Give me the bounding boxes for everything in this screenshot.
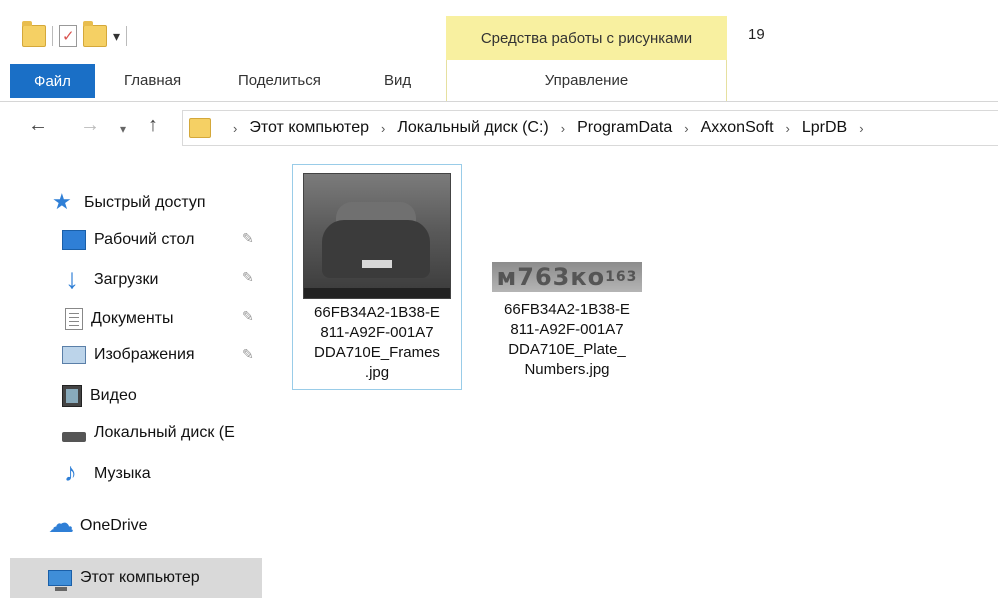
file-name-line: 811-A92F-001A7 <box>320 324 434 341</box>
sidebar-item-label: Видео <box>90 387 137 404</box>
computer-icon <box>48 570 72 591</box>
file-name: 66FB34A2-1B38-E 811-A92F-001A7 DDA710E_P… <box>482 292 652 386</box>
sidebar-item-documents[interactable]: Документы <box>62 308 173 330</box>
properties-icon[interactable] <box>59 25 77 47</box>
sidebar-item-video[interactable]: Видео <box>62 385 137 407</box>
file-name-line: 66FB34A2-1B38-E <box>314 304 440 321</box>
file-item[interactable]: 66FB34A2-1B38-E 811-A92F-001A7 DDA710E_F… <box>292 164 462 390</box>
sidebar-item-label: OneDrive <box>80 517 148 534</box>
ribbon-tabs: Файл Главная Поделиться Вид Управление <box>0 60 998 102</box>
up-arrow-icon[interactable]: ↑ <box>148 114 158 137</box>
breadcrumb-separator-icon[interactable]: › <box>381 121 385 136</box>
title-bar: ▾ Средства работы с рисунками 19 <box>0 0 998 60</box>
pictures-icon <box>62 346 86 364</box>
sidebar-item-label: Изображения <box>94 346 195 363</box>
tab-share[interactable]: Поделиться <box>238 60 321 101</box>
tab-home[interactable]: Главная <box>124 60 181 101</box>
file-item[interactable]: м763ко163 66FB34A2-1B38-E 811-A92F-001A7… <box>482 262 652 386</box>
sidebar-item-quick-access[interactable]: Быстрый доступ <box>52 189 206 215</box>
image-thumbnail <box>303 173 451 299</box>
sidebar-item-local-disk-e[interactable]: Локальный диск (E <box>62 424 235 442</box>
breadcrumb-separator-icon[interactable]: › <box>233 121 237 136</box>
sidebar-item-label: Документы <box>91 310 174 327</box>
sidebar-item-music[interactable]: Музыка <box>62 457 151 488</box>
pin-icon[interactable]: ✎ <box>242 269 254 286</box>
desktop-icon <box>62 230 86 250</box>
file-name: 66FB34A2-1B38-E 811-A92F-001A7 DDA710E_F… <box>293 299 461 389</box>
sidebar-item-downloads[interactable]: Загрузки <box>62 263 159 295</box>
file-name-line: Numbers.jpg <box>524 361 610 378</box>
back-arrow-icon[interactable]: ← <box>28 114 48 137</box>
separator <box>52 26 53 46</box>
plate-number-text: м763ко <box>496 263 606 291</box>
sidebar-item-label: Рабочий стол <box>94 231 195 248</box>
address-bar[interactable]: › Этот компьютер › Локальный диск (C:) ›… <box>182 110 998 146</box>
breadcrumb-axxonsoft[interactable]: AxxonSoft <box>701 119 774 137</box>
documents-icon <box>65 308 83 330</box>
tab-manage[interactable]: Управление <box>446 60 727 101</box>
video-icon <box>62 385 82 407</box>
disk-icon <box>62 432 86 442</box>
file-name-line: .jpg <box>364 364 390 381</box>
sidebar-item-label: Локальный диск (E <box>94 424 235 441</box>
sidebar-item-label: Музыка <box>94 465 151 482</box>
file-list: 66FB34A2-1B38-E 811-A92F-001A7 DDA710E_F… <box>270 152 998 603</box>
picture-tools-context-tab: Средства работы с рисунками <box>446 16 727 60</box>
downloads-icon <box>62 263 86 295</box>
quick-access-toolbar: ▾ <box>22 21 128 50</box>
customize-toolbar-dropdown-icon[interactable]: ▾ <box>113 28 120 45</box>
file-name-line: 66FB34A2-1B38-E <box>504 301 630 318</box>
forward-arrow-icon[interactable]: → <box>80 114 100 137</box>
file-name-line: DDA710E_Frames <box>314 344 440 361</box>
car-plate <box>362 260 392 268</box>
tab-view[interactable]: Вид <box>384 60 411 101</box>
sidebar-item-onedrive[interactable]: OneDrive <box>48 508 148 539</box>
sidebar-item-label: Этот компьютер <box>80 569 200 586</box>
breadcrumb-separator-icon[interactable]: › <box>859 121 863 136</box>
sidebar-item-this-pc[interactable]: Этот компьютер <box>10 558 262 598</box>
new-folder-icon[interactable] <box>83 21 107 47</box>
cloud-icon <box>48 508 74 539</box>
sidebar-item-pictures[interactable]: Изображения <box>62 346 195 364</box>
frame-strip <box>304 288 450 298</box>
music-icon <box>62 457 86 488</box>
separator <box>126 26 128 46</box>
breadcrumb-separator-icon[interactable]: › <box>786 121 790 136</box>
plate-region-text: 163 <box>605 269 638 285</box>
pin-icon[interactable]: ✎ <box>242 230 254 247</box>
breadcrumb-separator-icon[interactable]: › <box>684 121 688 136</box>
sidebar-item-desktop[interactable]: Рабочий стол <box>62 230 194 250</box>
folder-icon[interactable] <box>22 21 46 47</box>
breadcrumb-programdata[interactable]: ProgramData <box>577 119 672 137</box>
navigation-bar: ← → ▾ ↑ › Этот компьютер › Локальный дис… <box>0 102 998 152</box>
breadcrumb-local-disk-c[interactable]: Локальный диск (C:) <box>397 119 548 137</box>
window-title: 19 <box>748 26 765 43</box>
sidebar-item-label: Быстрый доступ <box>84 194 206 211</box>
breadcrumb-lprdb[interactable]: LprDB <box>802 119 847 137</box>
breadcrumb-separator-icon[interactable]: › <box>561 121 565 136</box>
tab-file[interactable]: Файл <box>10 64 95 98</box>
car-body <box>322 220 430 278</box>
file-name-line: 811-A92F-001A7 <box>510 321 624 338</box>
sidebar-item-label: Загрузки <box>94 271 159 288</box>
breadcrumb-this-pc[interactable]: Этот компьютер <box>249 119 369 137</box>
star-icon <box>52 189 76 215</box>
pin-icon[interactable]: ✎ <box>242 308 254 325</box>
plate-thumbnail: м763ко163 <box>492 262 642 292</box>
recent-locations-chevron-icon[interactable]: ▾ <box>120 122 126 136</box>
folder-icon <box>189 118 211 138</box>
navigation-pane: Быстрый доступ Рабочий стол ✎ Загрузки ✎… <box>0 180 262 603</box>
file-name-line: DDA710E_Plate_ <box>508 341 626 358</box>
pin-icon[interactable]: ✎ <box>242 346 254 363</box>
